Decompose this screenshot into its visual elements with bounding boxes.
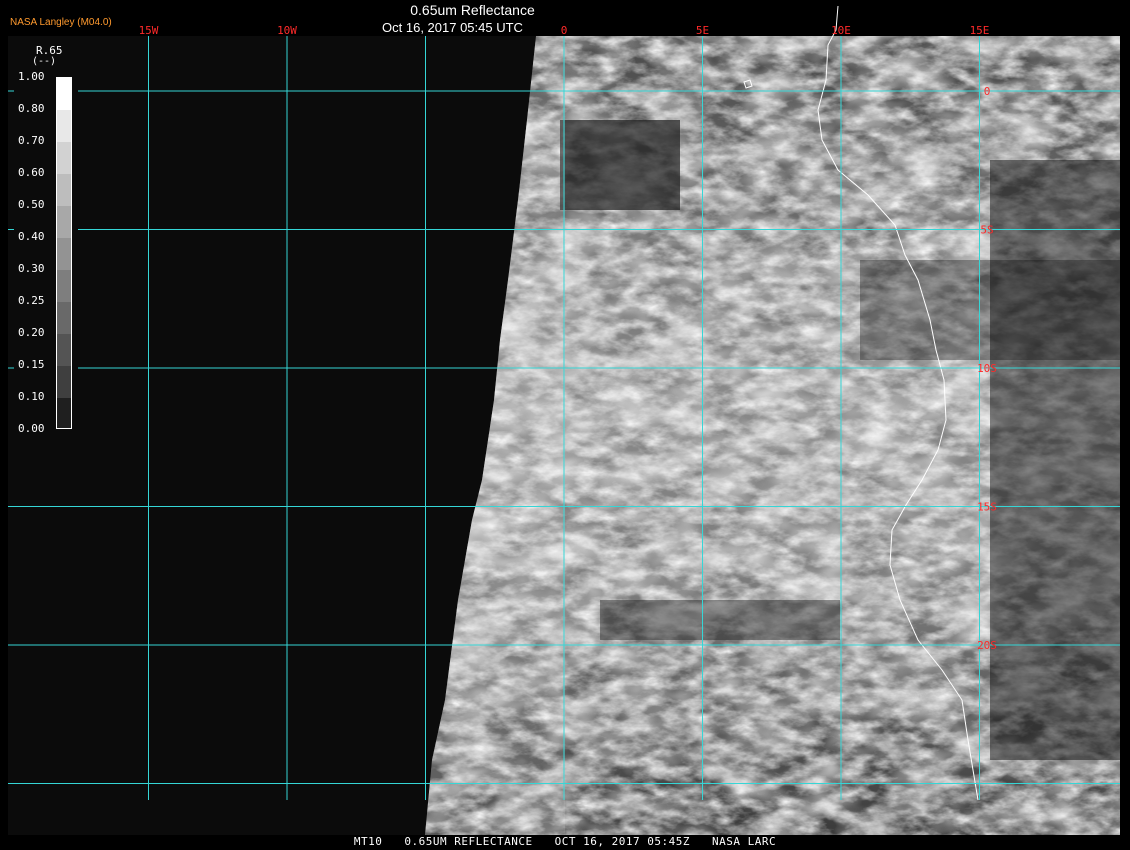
legend-swatch — [57, 174, 71, 206]
legend-swatch — [57, 78, 71, 110]
lat-label: 10S — [977, 362, 997, 375]
lat-label: 5S — [980, 224, 993, 237]
legend-tick-label: 0.50 — [18, 198, 45, 211]
daylight-cloud-field — [425, 36, 1120, 835]
legend-color-bar — [56, 77, 72, 429]
legend-tick-label: 0.60 — [18, 166, 45, 179]
lon-label: 10E — [831, 24, 851, 37]
lon-label: 15E — [970, 24, 990, 37]
lon-label: 5E — [696, 24, 709, 37]
footer-product: 0.65UM REFLECTANCE — [404, 835, 533, 848]
legend-swatch — [57, 398, 71, 428]
product-title: 0.65um Reflectance — [410, 2, 535, 18]
legend-tick-label: 0.10 — [18, 390, 45, 403]
lon-label: 15W — [139, 24, 159, 37]
legend-tick-label: 0.25 — [18, 294, 45, 307]
legend-swatch — [57, 142, 71, 174]
image-datetime: Oct 16, 2017 05:45 UTC — [382, 20, 523, 35]
legend-swatch — [57, 238, 71, 270]
legend-swatch — [57, 366, 71, 398]
footer-datetime: OCT 16, 2017 05:45Z — [554, 835, 690, 848]
footer-caption: MT10 0.65UM REFLECTANCE OCT 16, 2017 05:45… — [0, 835, 1130, 850]
legend-swatch — [57, 302, 71, 334]
legend-swatch — [57, 334, 71, 366]
legend-swatch — [57, 110, 71, 142]
footer-org: NASA LARC — [711, 835, 777, 848]
color-legend: R.65 (--) 1.00 0.80 0.70 0.60 0.50 0.40 0.30 0.… — [14, 40, 78, 440]
legend-tick-label: 0.30 — [18, 262, 45, 275]
legend-swatch — [57, 270, 71, 302]
legend-units: (--) — [32, 56, 57, 67]
legend-tick-label: 1.00 — [18, 70, 45, 83]
legend-tick-label: 0.80 — [18, 102, 45, 115]
legend-tick-label: 0.40 — [18, 230, 45, 243]
footer-sat: MT10 — [353, 835, 383, 848]
legend-swatch — [57, 206, 71, 238]
legend-tick-label: 0.70 — [18, 134, 45, 147]
legend-tick-label: 0.00 — [18, 422, 45, 435]
reflectance-map: 15W 10W 0 5E 10E 15E05S10S15S20S — [8, 5, 1120, 835]
lon-label: 10W — [277, 24, 297, 37]
lat-label: 0 — [984, 85, 991, 98]
legend-tick-label: 0.15 — [18, 358, 45, 371]
satellite-map-view: 15W 10W 0 5E 10E 15E 0 5S 10S 15S 20S 0.65um Refle… — [0, 0, 1130, 850]
lat-label: 20S — [977, 639, 997, 652]
source-label: NASA Langley (M04.0) — [10, 17, 112, 28]
lat-label: 15S — [977, 501, 997, 514]
legend-tick-label: 0.20 — [18, 326, 45, 339]
